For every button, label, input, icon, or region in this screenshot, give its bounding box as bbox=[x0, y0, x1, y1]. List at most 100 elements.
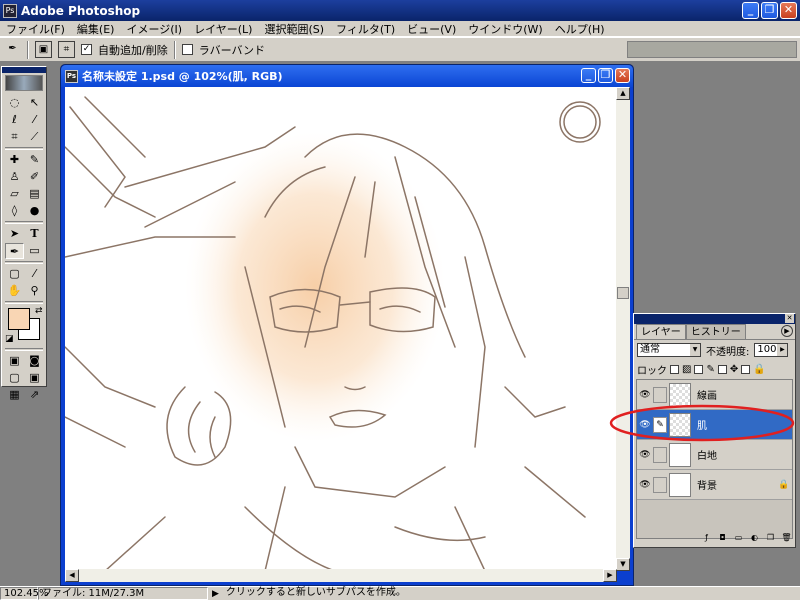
new-set-icon[interactable]: ▭ bbox=[732, 531, 745, 544]
options-bar: ✒ ▣ ⌗ ✓ 自動追加/削除 ラバーバンド bbox=[0, 37, 800, 62]
notes-tool-icon[interactable]: ▢ bbox=[5, 266, 24, 282]
sketch-circle bbox=[559, 101, 601, 143]
add-mask-icon[interactable]: ◘ bbox=[716, 531, 729, 544]
scroll-down-icon[interactable]: ▼ bbox=[616, 558, 630, 571]
scroll-right-icon[interactable]: ▶ bbox=[603, 569, 617, 582]
lock-position-checkbox[interactable] bbox=[717, 364, 727, 374]
lock-position-icon: ✥ bbox=[729, 363, 739, 375]
blur-tool-icon[interactable]: ◊ bbox=[5, 203, 24, 219]
trash-icon[interactable]: 🗑 bbox=[780, 531, 793, 544]
new-layer-icon[interactable]: ❐ bbox=[764, 531, 777, 544]
link-cell[interactable] bbox=[653, 386, 667, 403]
adjustment-layer-icon[interactable]: ◐ bbox=[748, 531, 761, 544]
path-select-tool-icon[interactable]: ➤ bbox=[5, 226, 24, 242]
opacity-input[interactable]: 100% ▶ bbox=[754, 343, 789, 357]
menu-select[interactable]: 選択範囲(S) bbox=[258, 21, 330, 37]
paths-icon[interactable]: ⌗ bbox=[58, 41, 75, 58]
gradient-tool-icon[interactable]: ▤ bbox=[25, 186, 44, 202]
slice-tool-icon[interactable]: ⟋ bbox=[25, 129, 44, 145]
layers-palette-header[interactable]: ✕ bbox=[634, 314, 795, 324]
eyedropper-tool-icon[interactable]: ⁄ bbox=[25, 266, 44, 282]
menu-filter[interactable]: フィルタ(T) bbox=[330, 21, 401, 37]
document-title-bar[interactable]: Ps 名称未設定 1.psd @ 102%(肌, RGB) _ ❐ ✕ bbox=[61, 65, 633, 87]
zoom-tool-icon[interactable]: ⚲ bbox=[25, 283, 44, 299]
eye-icon[interactable]: 👁 bbox=[637, 447, 653, 463]
vertical-scroll-thumb[interactable] bbox=[617, 287, 629, 299]
eye-icon[interactable]: 👁 bbox=[637, 387, 653, 403]
lock-transparency-checkbox[interactable] bbox=[670, 364, 679, 374]
shape-layers-icon[interactable]: ▣ bbox=[35, 41, 52, 58]
standard-mode-icon[interactable]: ▣ bbox=[5, 353, 24, 369]
healing-brush-tool-icon[interactable]: ✚ bbox=[5, 152, 24, 168]
palette-close-icon[interactable]: ✕ bbox=[785, 314, 794, 323]
marquee-tool-icon[interactable]: ◌ bbox=[5, 95, 24, 111]
magic-wand-tool-icon[interactable]: ⁄ bbox=[25, 112, 44, 128]
full-screen-icon[interactable]: ▦ bbox=[5, 387, 24, 403]
rubber-band-checkbox[interactable] bbox=[181, 44, 193, 55]
jump-to-imageready-icon[interactable]: ⇗ bbox=[25, 387, 44, 403]
minimize-button[interactable]: _ bbox=[742, 2, 759, 19]
menu-window[interactable]: ウインドウ(W) bbox=[462, 21, 548, 37]
pen-tool-icon[interactable]: ✒ bbox=[5, 243, 24, 259]
layer-thumbnail bbox=[669, 442, 691, 467]
standard-screen-icon[interactable]: ▢ bbox=[5, 370, 24, 386]
adobe-online-icon[interactable] bbox=[5, 75, 43, 91]
eraser-tool-icon[interactable]: ▱ bbox=[5, 186, 24, 202]
divider bbox=[27, 40, 29, 59]
horizontal-scrollbar[interactable]: ◀ ▶ bbox=[65, 569, 617, 582]
type-tool-icon[interactable]: T bbox=[25, 226, 44, 242]
brush-tool-icon[interactable]: ✎ bbox=[25, 152, 44, 168]
shape-tool-icon[interactable]: ▭ bbox=[25, 243, 44, 259]
palette-well[interactable] bbox=[627, 41, 797, 58]
menu-file[interactable]: ファイル(F) bbox=[0, 21, 71, 37]
swap-colors-icon[interactable]: ⇄ bbox=[35, 306, 43, 316]
crop-tool-icon[interactable]: ⌗ bbox=[5, 129, 24, 145]
palette-menu-icon[interactable]: ▶ bbox=[781, 325, 793, 337]
play-icon[interactable]: ▶ bbox=[212, 589, 219, 599]
hand-tool-icon[interactable]: ✋ bbox=[5, 283, 24, 299]
foreground-color-swatch[interactable] bbox=[8, 308, 30, 330]
menu-edit[interactable]: 編集(E) bbox=[71, 21, 121, 37]
history-brush-tool-icon[interactable]: ✐ bbox=[25, 169, 44, 185]
divider bbox=[173, 40, 176, 59]
doc-minimize-button[interactable]: _ bbox=[581, 68, 596, 83]
lock-all-checkbox[interactable] bbox=[741, 364, 751, 374]
close-button[interactable]: ✕ bbox=[780, 2, 797, 19]
dodge-tool-icon[interactable]: ● bbox=[25, 203, 44, 219]
move-tool-icon[interactable]: ↖ bbox=[25, 95, 44, 111]
default-colors-icon[interactable]: ◪ bbox=[5, 334, 14, 344]
canvas[interactable] bbox=[65, 87, 617, 571]
tab-history[interactable]: ヒストリー bbox=[685, 324, 746, 339]
restore-button[interactable]: ❐ bbox=[761, 2, 778, 19]
menu-help[interactable]: ヘルプ(H) bbox=[549, 21, 611, 37]
eye-icon[interactable]: 👁 bbox=[637, 477, 653, 493]
link-cell[interactable] bbox=[653, 446, 667, 463]
scroll-up-icon[interactable]: ▲ bbox=[616, 87, 630, 100]
tool-palette-header[interactable] bbox=[2, 67, 46, 73]
scroll-left-icon[interactable]: ◀ bbox=[65, 569, 79, 582]
menu-image[interactable]: イメージ(I) bbox=[120, 21, 188, 37]
menu-view[interactable]: ビュー(V) bbox=[401, 21, 462, 37]
blend-mode-value: 通常 bbox=[640, 344, 660, 355]
auto-add-delete-checkbox[interactable]: ✓ bbox=[81, 44, 92, 55]
quick-mask-mode-icon[interactable]: ◙ bbox=[25, 353, 44, 369]
stamp-tool-icon[interactable]: ♙ bbox=[5, 169, 24, 185]
lasso-tool-icon[interactable]: ℓ bbox=[5, 112, 24, 128]
full-screen-menu-icon[interactable]: ▣ bbox=[25, 370, 44, 386]
layer-style-icon[interactable]: ƒ bbox=[700, 531, 713, 544]
layer-row-background[interactable]: 👁 背景 🔒 bbox=[637, 470, 792, 500]
app-title: Adobe Photoshop bbox=[21, 3, 141, 18]
layer-row-white[interactable]: 👁 白地 bbox=[637, 440, 792, 470]
vertical-scrollbar[interactable]: ▲ ▼ bbox=[616, 87, 630, 571]
zoom-level[interactable]: 102.45% bbox=[0, 587, 49, 600]
blend-mode-select[interactable]: 通常 ▼ bbox=[637, 343, 701, 357]
doc-restore-button[interactable]: ❐ bbox=[598, 68, 613, 83]
tab-layers[interactable]: レイヤー bbox=[636, 324, 686, 339]
layers-footer: ƒ ◘ ▭ ◐ ❐ 🗑 bbox=[636, 531, 793, 545]
pen-icon[interactable]: ✒ bbox=[4, 41, 21, 58]
doc-close-button[interactable]: ✕ bbox=[615, 68, 630, 83]
lock-image-checkbox[interactable] bbox=[694, 364, 704, 374]
skin-color-area bbox=[185, 132, 445, 442]
menu-layer[interactable]: レイヤー(L) bbox=[188, 21, 258, 37]
link-cell[interactable] bbox=[653, 476, 667, 493]
